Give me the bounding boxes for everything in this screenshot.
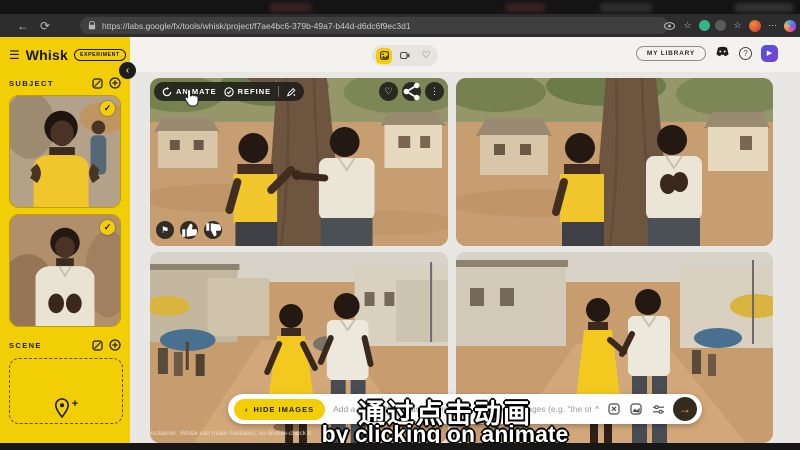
selected-check-icon: ✓ [100, 101, 115, 116]
header-right-cluster: MY LIBRARY ? ▶ [636, 44, 778, 62]
lock-icon [88, 21, 96, 30]
thumbs-up-icon[interactable] [180, 221, 198, 239]
media-toggle: ♡ [372, 45, 438, 66]
image-tree-scene-b [456, 78, 773, 246]
refresh-icon[interactable]: ⟳ [34, 19, 56, 33]
animate-button[interactable]: ANIMATE [162, 87, 217, 97]
my-library-button[interactable]: MY LIBRARY [636, 46, 706, 61]
browser-toolbar-icons: ☆ ☆ ⋯ [663, 16, 796, 35]
whisk-app-window: ← ⟳ https://labs.google/fx/tools/whisk/p… [0, 0, 800, 450]
extensions-icon[interactable]: ☆ [731, 19, 744, 32]
share-icon[interactable] [402, 82, 421, 101]
browser-menu-icon[interactable]: ⋯ [766, 19, 779, 32]
location-pin-icon [54, 398, 70, 418]
extension-dark-icon[interactable] [715, 20, 726, 31]
gallery-icon[interactable] [92, 340, 103, 351]
browser-profile-avatar[interactable] [749, 20, 761, 32]
animate-icon [162, 87, 172, 97]
copilot-icon[interactable] [784, 20, 796, 32]
image-action-icons: ♡ ⋮ [379, 82, 444, 101]
menu-icon[interactable]: ☰ [9, 48, 20, 62]
selected-check-icon: ✓ [100, 220, 115, 235]
help-icon[interactable]: ? [739, 47, 752, 60]
browser-tab[interactable] [505, 3, 545, 12]
refine-button[interactable]: REFINE [224, 87, 272, 97]
discord-icon[interactable] [715, 44, 730, 62]
user-avatar[interactable]: ▶ [761, 45, 778, 62]
flag-icon[interactable]: ⚑ [156, 221, 174, 239]
more-options-icon[interactable]: ⋮ [425, 82, 444, 101]
plus-icon: + [72, 398, 78, 410]
browser-address-bar[interactable]: https://labs.google/fx/tools/whisk/proje… [80, 17, 668, 34]
favorite-icon[interactable]: ♡ [379, 82, 398, 101]
generated-image-1[interactable]: ANIMATE REFINE ♡ ⋮ ⚑ [150, 78, 448, 246]
feedback-icons: ⚑ [156, 221, 222, 239]
browser-tab-strip [0, 0, 800, 14]
image-overlay-toolbar: ANIMATE REFINE [154, 82, 304, 101]
browser-tab[interactable] [735, 3, 793, 12]
extension-green-icon[interactable] [699, 20, 710, 31]
gallery-icon[interactable] [92, 78, 103, 89]
add-subject-icon[interactable] [109, 77, 121, 89]
edit-prompt-button[interactable] [286, 87, 296, 97]
video-letterbox-strip [0, 443, 800, 450]
toolbar-divider [278, 86, 279, 97]
sidebar: ☰ Whisk EXPERIMENT SUBJECT [0, 37, 130, 443]
refine-check-icon [224, 87, 234, 97]
tab-images[interactable] [376, 48, 392, 64]
eye-icon[interactable] [663, 19, 676, 32]
experiment-badge: EXPERIMENT [74, 49, 126, 61]
pen-spark-icon [286, 87, 296, 97]
subject-card-woman[interactable]: ✓ [9, 95, 121, 208]
sidebar-collapse-button[interactable]: ‹ [119, 62, 136, 79]
subject-section-label: SUBJECT [9, 79, 54, 88]
tab-videos[interactable] [397, 48, 413, 64]
url-text: https://labs.google/fx/tools/whisk/proje… [102, 21, 411, 31]
bookmark-star-icon[interactable]: ☆ [681, 19, 694, 32]
add-scene-icon[interactable] [109, 339, 121, 351]
app-title: Whisk [26, 47, 68, 63]
back-icon[interactable]: ← [12, 19, 34, 33]
app-header: ♡ MY LIBRARY ? ▶ [130, 37, 800, 72]
browser-tab[interactable] [270, 3, 312, 12]
image-icon [380, 51, 389, 60]
browser-tab[interactable] [600, 3, 652, 12]
subject-card-man[interactable]: ✓ [9, 214, 121, 327]
video-icon [400, 51, 410, 60]
scene-section-label: SCENE [9, 341, 42, 350]
thumbs-down-icon[interactable] [204, 221, 222, 239]
generated-image-2[interactable] [456, 78, 773, 246]
browser-toolbar: ← ⟳ https://labs.google/fx/tools/whisk/p… [0, 14, 800, 37]
tab-favorites[interactable]: ♡ [418, 48, 434, 64]
